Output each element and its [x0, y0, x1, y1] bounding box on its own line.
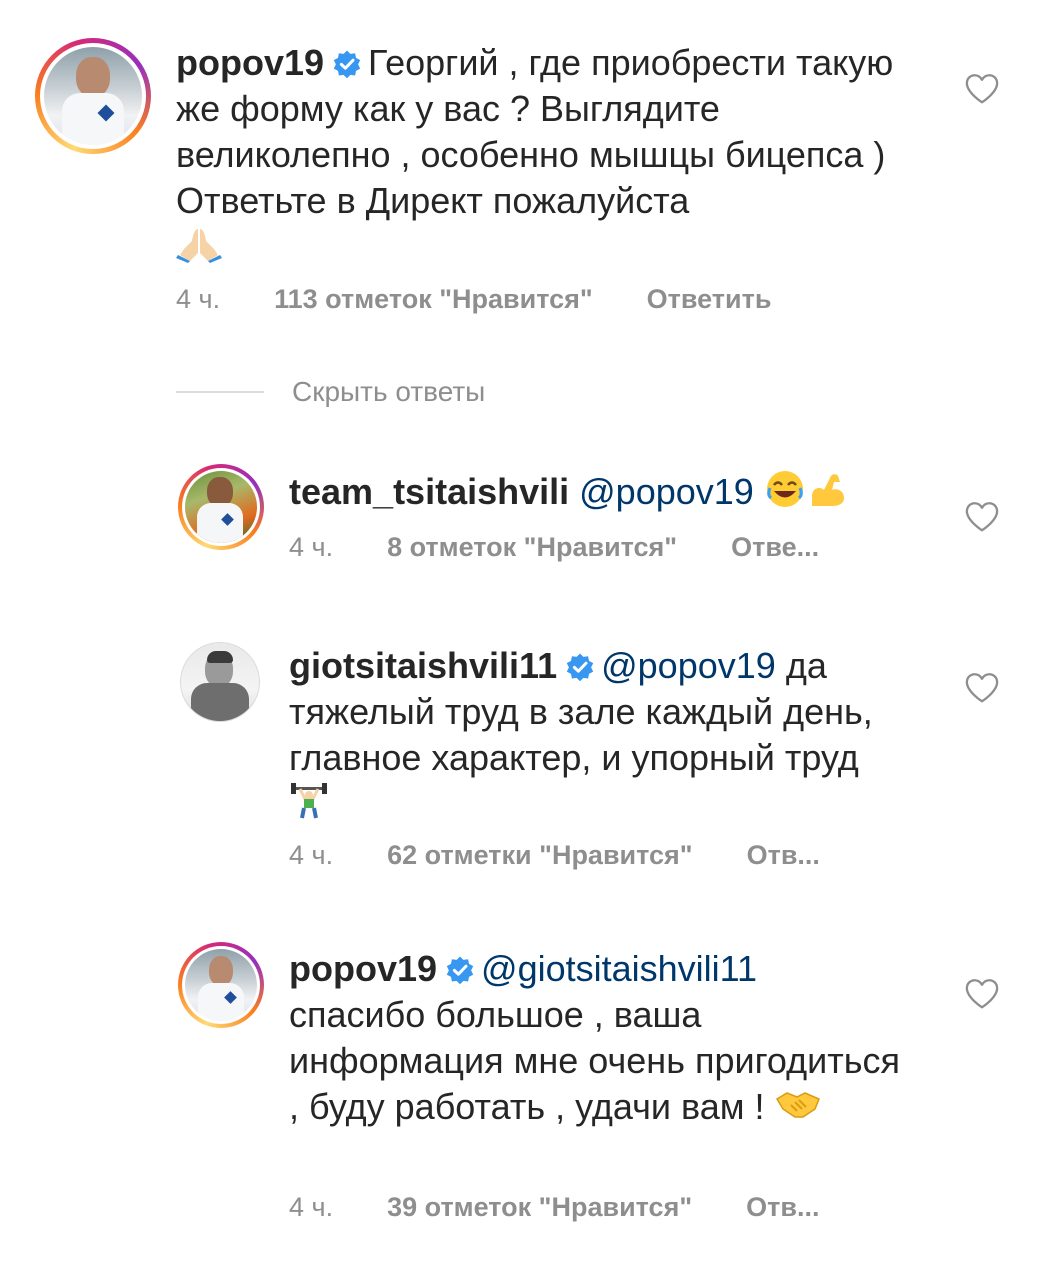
like-heart-icon[interactable]	[964, 672, 1000, 704]
avatar[interactable]	[35, 38, 151, 154]
verified-badge-icon	[565, 652, 595, 682]
likes-count[interactable]: 39 отметок "Нравится"	[387, 1192, 692, 1222]
profile-photo	[44, 47, 142, 145]
likes-count[interactable]: 113 отметок "Нравится"	[274, 284, 593, 314]
mention-link[interactable]: @popov19	[579, 471, 754, 512]
username[interactable]: team_tsitaishvili	[289, 471, 569, 512]
reply-button[interactable]: Отве...	[731, 532, 819, 562]
comment-meta: 4 ч. 113 отметок "Нравится" Ответить	[176, 284, 825, 315]
comment-meta: 4 ч. 39 отметок "Нравится" Отв...	[289, 1192, 819, 1223]
reply-button[interactable]: Отв...	[746, 1192, 819, 1222]
profile-photo	[185, 949, 257, 1021]
comment-text-block: popov19 Георгий , где приобрести такую же…	[176, 40, 936, 274]
reply-button[interactable]: Отв...	[747, 840, 820, 870]
divider-line	[176, 391, 264, 393]
timestamp: 4 ч.	[289, 1192, 334, 1222]
reply-button[interactable]: Ответить	[647, 284, 772, 314]
mention-link[interactable]: @giotsitaishvili11	[481, 948, 757, 989]
like-heart-icon[interactable]	[964, 978, 1000, 1010]
username[interactable]: popov19	[289, 948, 437, 989]
verified-badge-icon	[332, 49, 362, 79]
folded-hands-icon	[176, 225, 222, 274]
timestamp: 4 ч.	[289, 840, 334, 870]
mention-link[interactable]: @popov19	[601, 645, 776, 686]
profile-photo	[181, 643, 259, 721]
avatar[interactable]	[178, 942, 264, 1028]
comment-meta: 4 ч. 8 отметок "Нравится" Отве...	[289, 532, 819, 563]
timestamp: 4 ч.	[289, 532, 334, 562]
handshake-icon	[775, 1086, 821, 1132]
weightlifter-icon	[289, 781, 329, 832]
verified-badge-icon	[445, 955, 475, 985]
profile-photo	[185, 471, 257, 543]
like-heart-icon[interactable]	[964, 73, 1000, 105]
timestamp: 4 ч.	[176, 284, 221, 314]
comment-text-block: team_tsitaishvili @popov19	[289, 468, 929, 521]
flexed-biceps-icon	[806, 468, 848, 521]
comment-meta: 4 ч. 62 отметки "Нравится" Отв...	[289, 840, 820, 871]
comment-text-block: popov19 @giotsitaishvili11 спасибо большо…	[289, 946, 909, 1132]
likes-count[interactable]: 8 отметок "Нравится"	[387, 532, 677, 562]
avatar[interactable]	[180, 642, 260, 722]
username[interactable]: giotsitaishvili11	[289, 645, 557, 686]
username[interactable]: popov19	[176, 42, 324, 83]
hide-replies-label: Скрыть ответы	[292, 376, 486, 407]
likes-count[interactable]: 62 отметки "Нравится"	[387, 840, 693, 870]
comment-text-block: giotsitaishvili11 @popov19 да тяжелый тру…	[289, 643, 949, 832]
laughing-icon	[764, 468, 806, 521]
like-heart-icon[interactable]	[964, 501, 1000, 533]
hide-replies-toggle[interactable]: Скрыть ответы	[176, 372, 485, 412]
avatar[interactable]	[178, 464, 264, 550]
